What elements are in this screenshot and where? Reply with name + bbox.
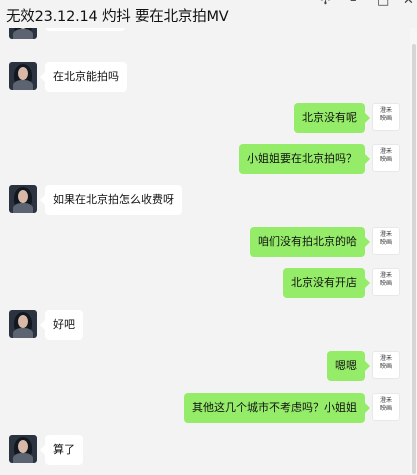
- contact-avatar[interactable]: [9, 310, 37, 338]
- brand-logo-text: 澄禾 映画: [379, 355, 392, 370]
- title-bar: 无效23.12.14 灼抖 要在北京拍MV ✢ – □ ✕: [0, 0, 417, 28]
- received-message[interactable]: 在北京能拍吗: [40, 62, 127, 92]
- scrollbar-thumb[interactable]: [412, 44, 416, 474]
- contact-avatar[interactable]: [9, 185, 37, 213]
- received-message[interactable]: 如果在北京拍怎么收费呀: [40, 185, 182, 215]
- received-message[interactable]: 算了: [40, 435, 83, 465]
- brand-logo-text: 澄禾 映画: [379, 148, 392, 163]
- brand-logo-text: 澄禾 映画: [379, 107, 392, 122]
- brand-logo-text: 澄禾 映画: [379, 231, 392, 246]
- message-row: 咱们没有拍北京的哈 澄禾 映画: [0, 227, 410, 261]
- chat-title: 无效23.12.14 灼抖 要在北京拍MV: [6, 9, 229, 25]
- message-row-partial: [0, 28, 410, 62]
- message-row: 北京没有呢 澄禾 映画: [0, 103, 410, 137]
- brand-avatar[interactable]: 澄禾 映画: [372, 393, 400, 421]
- message-row: 如果在北京拍怎么收费呀: [0, 185, 410, 219]
- sent-message[interactable]: 小姐姐要在北京拍吗？: [239, 144, 370, 174]
- sent-message[interactable]: 北京没有开店: [283, 268, 370, 298]
- close-icon[interactable]: ✕: [403, 0, 414, 8]
- sent-message[interactable]: 嗯嗯: [327, 351, 370, 381]
- sent-message[interactable]: 其他这几个城市不考虑吗？小姐姐: [184, 393, 370, 423]
- brand-avatar[interactable]: 澄禾 映画: [372, 268, 400, 296]
- maximize-icon[interactable]: □: [377, 0, 389, 8]
- message-bubble-partial: [45, 28, 125, 31]
- sent-message[interactable]: 北京没有呢: [294, 103, 370, 133]
- brand-avatar[interactable]: 澄禾 映画: [372, 144, 400, 172]
- brand-logo-text: 澄禾 映画: [379, 272, 392, 287]
- message-row: 在北京能拍吗: [0, 62, 410, 96]
- pin-icon[interactable]: ✢: [320, 0, 331, 8]
- sent-message[interactable]: 咱们没有拍北京的哈: [250, 227, 370, 257]
- contact-avatar[interactable]: [9, 28, 37, 39]
- minimize-icon[interactable]: –: [350, 0, 357, 8]
- contact-avatar[interactable]: [9, 435, 37, 463]
- message-row: 好吧: [0, 310, 410, 344]
- received-message[interactable]: 好吧: [40, 310, 83, 340]
- brand-avatar[interactable]: 澄禾 映画: [372, 351, 400, 379]
- message-row: 小姐姐要在北京拍吗？ 澄禾 映画: [0, 144, 410, 178]
- brand-logo-text: 澄禾 映画: [379, 397, 392, 412]
- message-row: 算了: [0, 435, 410, 469]
- brand-avatar[interactable]: 澄禾 映画: [372, 103, 400, 131]
- brand-avatar[interactable]: 澄禾 映画: [372, 227, 400, 255]
- message-row: 其他这几个城市不考虑吗？小姐姐 澄禾 映画: [0, 393, 410, 427]
- message-list[interactable]: 在北京能拍吗 北京没有呢 澄禾 映画 小姐姐要在北京拍吗？ 澄禾 映画 如果在北…: [0, 28, 410, 475]
- contact-avatar[interactable]: [9, 62, 37, 90]
- message-row: 嗯嗯 澄禾 映画: [0, 351, 410, 385]
- message-row: 北京没有开店 澄禾 映画: [0, 268, 410, 302]
